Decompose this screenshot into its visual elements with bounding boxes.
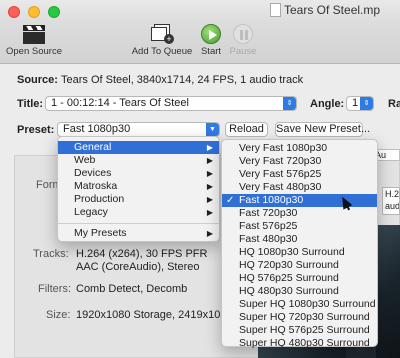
preset-item[interactable]: Super HQ 480p30 Surround — [222, 337, 377, 350]
add-to-queue-button[interactable]: + Add To Queue — [128, 24, 196, 57]
zoom-window-button[interactable] — [48, 6, 60, 18]
title-bar: Tears Of Steel.mp — [0, 0, 400, 24]
open-source-button[interactable]: Open Source — [4, 24, 64, 57]
chevron-updown-icon: ⇕ — [360, 97, 373, 110]
filters-value: Comb Detect, Decomb — [76, 283, 188, 295]
menu-item-general[interactable]: General ▶ — [58, 141, 219, 154]
preset-item[interactable]: Fast 576p25 — [222, 220, 377, 233]
preset-item[interactable]: Very Fast 1080p30 — [222, 142, 377, 155]
preset-item-selected[interactable]: ✓ Fast 1080p30 — [222, 194, 377, 207]
menu-item-label: My Presets — [74, 227, 127, 239]
size-label: Size: — [46, 309, 71, 321]
preset-item[interactable]: Super HQ 1080p30 Surround — [222, 298, 377, 311]
preset-item[interactable]: Super HQ 720p30 Surround — [222, 311, 377, 324]
checkmark-icon: ✓ — [226, 195, 235, 206]
add-to-queue-icon: + — [150, 24, 174, 44]
start-label: Start — [200, 46, 222, 57]
preset-item[interactable]: Fast 480p30 — [222, 233, 377, 246]
pause-label: Pause — [229, 46, 257, 57]
menu-item-my-presets[interactable]: My Presets ▶ — [58, 227, 219, 240]
chevron-right-icon: ▶ — [206, 208, 213, 217]
preset-item[interactable]: HQ 1080p30 Surround — [222, 246, 377, 259]
angle-label: Angle: — [310, 98, 345, 110]
chevron-right-icon: ▶ — [206, 143, 213, 152]
preset-item[interactable]: HQ 576p25 Surround — [222, 272, 377, 285]
angle-popup[interactable]: 1 ⇕ — [346, 96, 374, 111]
menu-item-label: Production — [74, 193, 125, 205]
menu-item-label: Devices — [74, 167, 112, 179]
play-icon — [201, 24, 221, 44]
format-line-1: H.26 — [385, 189, 400, 199]
reload-button[interactable]: Reload — [225, 122, 268, 137]
menu-item-web[interactable]: Web ▶ — [58, 154, 219, 167]
menu-item-matroska[interactable]: Matroska ▶ — [58, 180, 219, 193]
start-button[interactable]: Start — [196, 24, 226, 57]
tracks-line-2: AAC (CoreAudio), Stereo — [76, 261, 200, 273]
source-info: Tears Of Steel, 3840x1714, 24 FPS, 1 aud… — [61, 74, 304, 86]
menu-item-label: Web — [74, 154, 96, 166]
tracks-line-1: H.264 (x264), 30 FPS PFR — [76, 248, 208, 260]
format-line-2: audi — [385, 201, 400, 211]
preset-item[interactable]: Fast 720p30 — [222, 207, 377, 220]
chevron-updown-icon: ⇕ — [283, 97, 296, 110]
preset-submenu: Very Fast 1080p30 Very Fast 720p30 Very … — [221, 139, 378, 350]
chevron-right-icon: ▶ — [206, 229, 213, 238]
pause-button[interactable]: Pause — [228, 24, 258, 57]
chevron-right-icon: ▶ — [206, 195, 213, 204]
preset-item[interactable]: Super HQ 576p25 Surround — [222, 324, 377, 337]
title-popup-value: 1 - 00:12:14 - Tears Of Steel — [51, 97, 189, 109]
pause-icon — [233, 24, 253, 44]
close-window-button[interactable] — [8, 6, 20, 18]
chevron-right-icon: ▶ — [206, 169, 213, 178]
title-label: Title: — [17, 98, 44, 110]
minimize-window-button[interactable] — [28, 6, 40, 18]
menu-item-label: General — [74, 141, 112, 153]
preset-label: Preset: — [17, 124, 55, 136]
save-new-preset-button[interactable]: Save New Preset... — [275, 122, 370, 137]
preset-category-menu: General ▶ Web ▶ Devices ▶ Matroska ▶ Product… — [57, 136, 220, 242]
menu-item-devices[interactable]: Devices ▶ — [58, 167, 219, 180]
add-to-queue-label: Add To Queue — [131, 46, 193, 57]
menu-item-label: Legacy — [74, 206, 108, 218]
preset-item[interactable]: Very Fast 720p30 — [222, 155, 377, 168]
preset-item-label: Fast 1080p30 — [239, 194, 304, 206]
menu-separator — [58, 223, 219, 224]
chevron-down-icon: ▼ — [206, 123, 219, 136]
tracks-label: Tracks: — [33, 248, 69, 260]
preset-item[interactable]: Very Fast 576p25 — [222, 168, 377, 181]
title-popup[interactable]: 1 - 00:12:14 - Tears Of Steel ⇕ — [45, 96, 297, 111]
open-source-label: Open Source — [6, 46, 62, 57]
chevron-right-icon: ▶ — [206, 156, 213, 165]
toolbar: Open Source + Add To Queue Start Pause — [0, 24, 400, 64]
filters-label: Filters: — [38, 283, 71, 295]
clapperboard-icon — [22, 24, 46, 44]
menu-item-label: Matroska — [74, 180, 118, 192]
document-icon — [270, 3, 281, 17]
angle-popup-value: 1 — [352, 97, 359, 109]
preset-popup-value: Fast 1080p30 — [63, 123, 131, 135]
preset-item[interactable]: HQ 720p30 Surround — [222, 259, 377, 272]
preset-item[interactable]: Very Fast 480p30 — [222, 181, 377, 194]
menu-item-legacy[interactable]: Legacy ▶ — [58, 206, 219, 219]
range-label: Ra — [388, 98, 400, 110]
chevron-right-icon: ▶ — [206, 182, 213, 191]
window-title: Tears Of Steel.mp — [284, 3, 381, 17]
preset-item[interactable]: HQ 480p30 Surround — [222, 285, 377, 298]
menu-item-production[interactable]: Production ▶ — [58, 193, 219, 206]
source-label: Source: — [17, 74, 58, 86]
format-popup[interactable]: H.26 audi — [382, 187, 400, 215]
preset-popup[interactable]: Fast 1080p30 ▼ — [57, 122, 220, 137]
